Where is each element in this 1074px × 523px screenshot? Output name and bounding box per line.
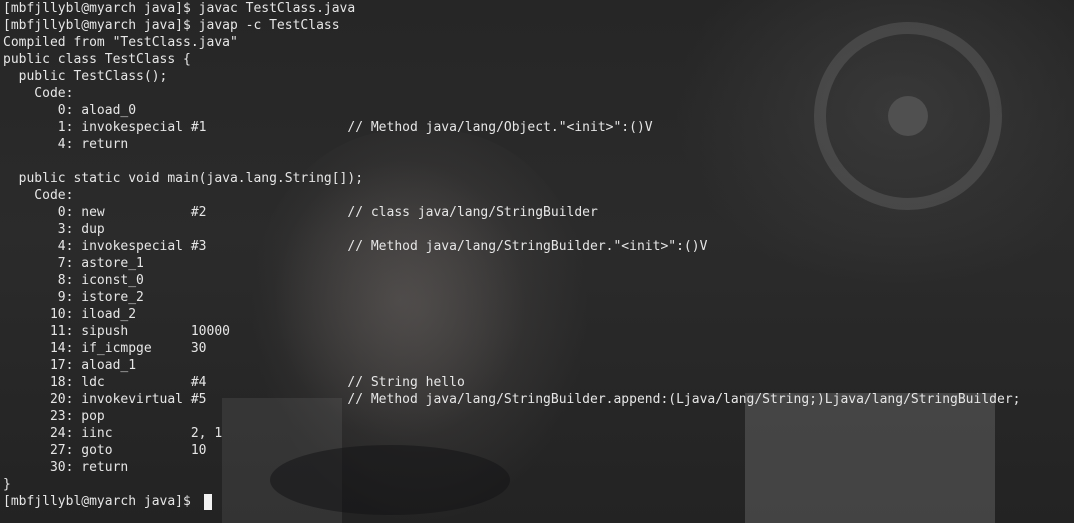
terminal-line: } bbox=[3, 477, 11, 492]
terminal-line: 8: iconst_0 bbox=[3, 273, 144, 288]
wallpaper-fan-ring bbox=[814, 22, 1002, 210]
terminal-line: Code: bbox=[3, 86, 74, 101]
terminal-line: Code: bbox=[3, 188, 74, 203]
terminal-line: 20: invokevirtual #5 // Method java/lang… bbox=[3, 392, 1021, 407]
wallpaper-panel-right bbox=[745, 393, 995, 523]
terminal-line: public class TestClass { bbox=[3, 52, 191, 67]
terminal-line: 7: astore_1 bbox=[3, 256, 144, 271]
wallpaper-figure bbox=[250, 130, 590, 523]
terminal-line: 4: return bbox=[3, 137, 129, 152]
terminal-line: 18: ldc #4 // String hello bbox=[3, 375, 465, 390]
terminal-line: 0: aload_0 bbox=[3, 103, 137, 118]
terminal-input-prompt[interactable]: [mbfjllybl@myarch java]$ bbox=[3, 493, 199, 510]
terminal-line: 9: istore_2 bbox=[3, 290, 144, 305]
terminal-line: 23: pop bbox=[3, 409, 105, 424]
terminal-line: 3: dup bbox=[3, 222, 105, 237]
terminal-line: public static void main(java.lang.String… bbox=[3, 171, 364, 186]
terminal-line: 11: sipush 10000 bbox=[3, 324, 230, 339]
terminal-line: 4: invokespecial #3 // Method java/lang/… bbox=[3, 239, 708, 254]
wallpaper-bowl bbox=[270, 445, 510, 515]
terminal-line-prompt-javac: [mbfjllybl@myarch java]$ javac TestClass… bbox=[3, 1, 356, 16]
wallpaper-panel-left bbox=[222, 398, 342, 523]
terminal-line: public TestClass(); bbox=[3, 69, 168, 84]
terminal-window[interactable]: [mbfjllybl@myarch java]$ javac TestClass… bbox=[0, 0, 1074, 523]
terminal-line: 10: iload_2 bbox=[3, 307, 137, 322]
terminal-line: Compiled from "TestClass.java" bbox=[3, 35, 238, 50]
terminal-line: 27: goto 10 bbox=[3, 443, 207, 458]
terminal-line: 1: invokespecial #1 // Method java/lang/… bbox=[3, 120, 653, 135]
terminal-line: 30: return bbox=[3, 460, 129, 475]
terminal-line: 17: aload_1 bbox=[3, 358, 137, 373]
terminal-line-prompt-javap: [mbfjllybl@myarch java]$ javap -c TestCl… bbox=[3, 18, 340, 33]
wallpaper-fan-hub bbox=[888, 96, 928, 136]
terminal-line: 14: if_icmpge 30 bbox=[3, 341, 207, 356]
terminal-line: 0: new #2 // class java/lang/StringBuild… bbox=[3, 205, 598, 220]
terminal-cursor bbox=[204, 494, 212, 510]
terminal-line: 24: iinc 2, 1 bbox=[3, 426, 223, 441]
